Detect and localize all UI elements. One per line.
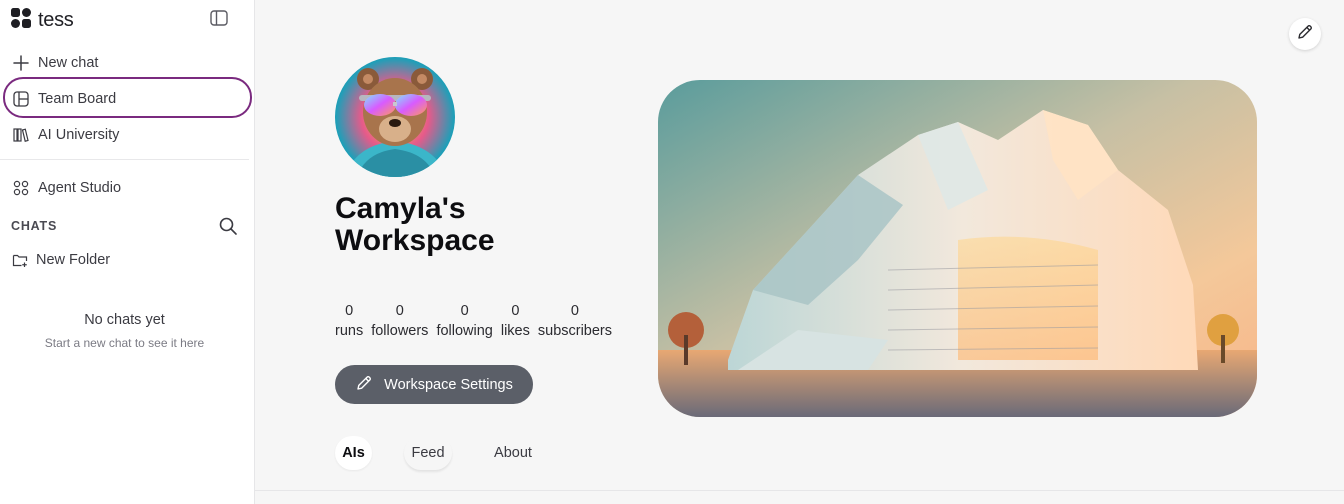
stat-label: following — [436, 323, 493, 339]
empty-chats-subtitle: Start a new chat to see it here — [44, 336, 205, 350]
stat-label: followers — [371, 323, 429, 339]
app-name: tess — [38, 9, 74, 31]
pencil-icon — [1296, 23, 1314, 46]
ai-university-label: AI University — [38, 127, 120, 143]
new-folder-label: New Folder — [36, 252, 111, 268]
stat-followers[interactable]: 0 followers — [371, 302, 428, 342]
app-logo[interactable]: tess — [11, 8, 74, 33]
stat-likes[interactable]: 0 likes — [501, 302, 530, 342]
tess-logo-icon — [11, 8, 33, 33]
workspace-title-line1: Camyla's — [335, 192, 466, 225]
books-icon — [12, 127, 29, 144]
stat-subscribers[interactable]: 0 subscribers — [538, 302, 612, 342]
sidebar: tess New chat Team Board AI University A… — [0, 0, 255, 504]
sidebar-collapse-icon[interactable] — [210, 10, 230, 28]
workspace-avatar[interactable] — [335, 57, 455, 177]
team-board-label: Team Board — [38, 91, 117, 107]
edit-profile-button[interactable] — [1289, 18, 1321, 50]
sidebar-item-ai-university[interactable]: AI University — [12, 125, 119, 145]
tab-feed[interactable]: Feed — [404, 436, 452, 470]
board-icon — [12, 91, 29, 108]
new-folder-button[interactable]: New Folder — [11, 250, 110, 270]
plus-icon — [12, 55, 29, 72]
tab-ais[interactable]: AIs — [335, 436, 372, 470]
stat-label: subscribers — [537, 323, 613, 339]
sidebar-item-agent-studio[interactable]: Agent Studio — [12, 178, 121, 198]
workspace-settings-button[interactable]: Workspace Settings — [335, 365, 533, 404]
stat-value: 0 — [395, 303, 404, 319]
content-divider — [255, 490, 1344, 491]
tab-about[interactable]: About — [486, 436, 540, 470]
stat-value: 0 — [460, 303, 469, 319]
sidebar-item-team-board[interactable]: Team Board — [12, 89, 116, 109]
workspace-settings-label: Workspace Settings — [384, 376, 513, 393]
workspace-title: Camyla's Workspace — [335, 193, 635, 257]
search-icon[interactable] — [218, 216, 238, 236]
empty-chats-title: No chats yet — [84, 312, 165, 328]
stat-value: 0 — [345, 303, 354, 319]
stat-value: 0 — [570, 303, 579, 319]
workspace-stats: 0 runs 0 followers 0 following 0 likes 0… — [335, 302, 620, 342]
grid-icon — [12, 180, 29, 197]
stat-label: runs — [335, 323, 364, 339]
new-chat-label: New chat — [38, 55, 99, 71]
new-chat-button[interactable]: New chat — [12, 53, 98, 73]
folder-plus-icon — [11, 252, 28, 269]
pencil-icon — [355, 374, 373, 396]
stat-runs[interactable]: 0 runs — [335, 302, 363, 342]
sidebar-divider — [0, 159, 249, 160]
workspace-title-line2: Workspace — [335, 224, 495, 257]
workspace-cover-image — [658, 80, 1257, 417]
stat-label: likes — [500, 323, 530, 339]
agent-studio-label: Agent Studio — [38, 180, 122, 196]
chats-section-label: CHATS — [11, 219, 58, 233]
stat-value: 0 — [511, 303, 520, 319]
stat-following[interactable]: 0 following — [436, 302, 492, 342]
